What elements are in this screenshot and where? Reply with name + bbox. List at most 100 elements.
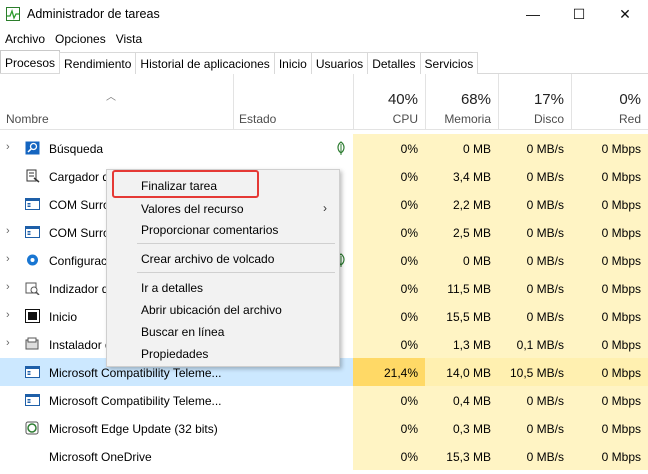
menu-separator <box>137 243 335 244</box>
maximize-button[interactable]: ☐ <box>556 0 602 28</box>
tab-bar: Procesos Rendimiento Historial de aplica… <box>0 50 648 74</box>
cpu-percent: 40% <box>387 91 418 108</box>
process-name: Inicio <box>49 310 78 324</box>
cell-disk: 0 MB/s <box>498 162 571 190</box>
memory-label: Memoria <box>444 112 491 126</box>
expand-chevron-icon[interactable]: › <box>6 225 10 237</box>
cell-disk: 0 MB/s <box>498 414 571 442</box>
cell-cpu: 0% <box>353 330 425 358</box>
minimize-icon: — <box>526 6 540 22</box>
cell-net: 0 Mbps <box>571 442 648 470</box>
context-menu: Finalizar tarea Valores del recurso › Pr… <box>106 169 340 367</box>
tab-usuarios[interactable]: Usuarios <box>310 52 369 74</box>
title-bar: Administrador de tareas — ☐ ✕ <box>0 0 648 28</box>
menu-vista[interactable]: Vista <box>111 29 147 49</box>
cell-mem: 3,4 MB <box>425 162 498 190</box>
process-row[interactable]: Microsoft OneDrive 0% 15,3 MB 0 MB/s 0 Mbps <box>0 442 648 470</box>
process-row[interactable]: › Búsqueda 0% 0 MB 0 MB/s 0 Mbps <box>0 134 648 162</box>
search-icon <box>25 141 40 155</box>
tab-procesos[interactable]: Procesos <box>0 50 61 73</box>
cell-disk: 0,1 MB/s <box>498 330 571 358</box>
process-name: Microsoft Compatibility Teleme... <box>49 366 222 380</box>
cell-mem: 14,0 MB <box>425 358 498 386</box>
process-name: Cargador d <box>49 170 110 184</box>
process-name: Instalador d <box>49 338 112 352</box>
menu-resource-values[interactable]: Valores del recurso <box>141 202 244 216</box>
cell-net: 0 Mbps <box>571 358 648 386</box>
menu-go-details[interactable]: Ir a detalles <box>141 281 203 295</box>
start-icon <box>25 309 40 323</box>
expand-chevron-icon[interactable]: › <box>6 337 10 349</box>
column-disk-head[interactable]: 17% Disco <box>498 74 571 130</box>
edge-update-icon <box>25 421 39 435</box>
loader-icon <box>26 169 40 183</box>
column-cpu-head[interactable]: 40% CPU <box>353 74 425 130</box>
process-row[interactable]: Microsoft Compatibility Teleme... 0% 0,4 M… <box>0 386 648 414</box>
column-name[interactable]: Nombre <box>6 112 49 126</box>
memory-percent: 68% <box>460 91 491 108</box>
cell-mem: 0 MB <box>425 246 498 274</box>
cell-net: 0 Mbps <box>571 246 648 274</box>
highlight-box <box>112 170 259 198</box>
menu-bar: Archivo Opciones Vista <box>0 29 147 49</box>
cell-disk: 0 MB/s <box>498 246 571 274</box>
column-network-head[interactable]: 0% Red <box>571 74 648 130</box>
minimize-button[interactable]: — <box>510 0 556 28</box>
disk-percent: 17% <box>533 91 564 108</box>
process-name: COM Surro <box>49 226 110 240</box>
menu-archivo[interactable]: Archivo <box>0 29 50 49</box>
tab-rendimiento[interactable]: Rendimiento <box>59 52 137 74</box>
tab-detalles[interactable]: Detalles <box>367 52 421 74</box>
menu-open-location[interactable]: Abrir ubicación del archivo <box>141 303 282 317</box>
installer-icon <box>25 337 39 350</box>
menu-separator <box>137 272 335 273</box>
network-percent: 0% <box>619 91 641 108</box>
expand-chevron-icon[interactable]: › <box>6 253 10 265</box>
menu-search-online[interactable]: Buscar en línea <box>141 325 224 339</box>
tab-historial[interactable]: Historial de aplicaciones <box>135 52 275 74</box>
process-name: Microsoft Edge Update (32 bits) <box>49 422 218 436</box>
cell-net: 0 Mbps <box>571 162 648 190</box>
cell-net: 0 Mbps <box>571 414 648 442</box>
process-name: Microsoft OneDrive <box>49 450 152 464</box>
expand-chevron-icon[interactable]: › <box>6 281 10 293</box>
process-name: Búsqueda <box>49 142 104 156</box>
process-name: COM Surro <box>49 198 110 212</box>
menu-dump-file[interactable]: Crear archivo de volcado <box>141 252 274 266</box>
menu-feedback[interactable]: Proporcionar comentarios <box>141 223 278 237</box>
window-icon <box>25 198 40 210</box>
cell-mem: 15,3 MB <box>425 442 498 470</box>
process-row[interactable]: Microsoft Edge Update (32 bits) 0% 0,3 MB 0… <box>0 414 648 442</box>
column-state-head[interactable]: Estado <box>233 74 353 130</box>
cell-net: 0 Mbps <box>571 218 648 246</box>
cpu-label: CPU <box>392 112 418 126</box>
menu-opciones[interactable]: Opciones <box>50 29 111 49</box>
network-label: Red <box>618 112 641 126</box>
cell-disk: 0 MB/s <box>498 190 571 218</box>
indexer-icon <box>25 282 40 295</box>
cell-net: 0 Mbps <box>571 386 648 414</box>
menu-properties[interactable]: Propiedades <box>141 347 208 361</box>
tab-inicio[interactable]: Inicio <box>273 52 312 74</box>
cell-cpu: 21,4% <box>353 358 425 386</box>
expand-chevron-icon[interactable]: › <box>6 141 10 153</box>
cell-disk: 0 MB/s <box>498 218 571 246</box>
tab-servicios[interactable]: Servicios <box>419 52 479 74</box>
cell-mem: 0 MB <box>425 134 498 162</box>
cell-cpu: 0% <box>353 442 425 470</box>
column-state: Estado <box>239 112 277 126</box>
cell-mem: 0,3 MB <box>425 414 498 442</box>
gear-icon <box>27 254 38 266</box>
process-name: Microsoft Compatibility Teleme... <box>49 394 222 408</box>
cell-disk: 0 MB/s <box>498 386 571 414</box>
cell-cpu: 0% <box>353 162 425 190</box>
cell-mem: 2,2 MB <box>425 190 498 218</box>
column-memory-head[interactable]: 68% Memoria <box>425 74 498 130</box>
close-button[interactable]: ✕ <box>602 0 648 28</box>
window-icon <box>25 226 40 238</box>
cell-mem: 2,5 MB <box>425 218 498 246</box>
expand-chevron-icon[interactable]: › <box>6 309 10 321</box>
cell-cpu: 0% <box>353 218 425 246</box>
window-icon <box>25 366 40 378</box>
cell-cpu: 0% <box>353 274 425 302</box>
